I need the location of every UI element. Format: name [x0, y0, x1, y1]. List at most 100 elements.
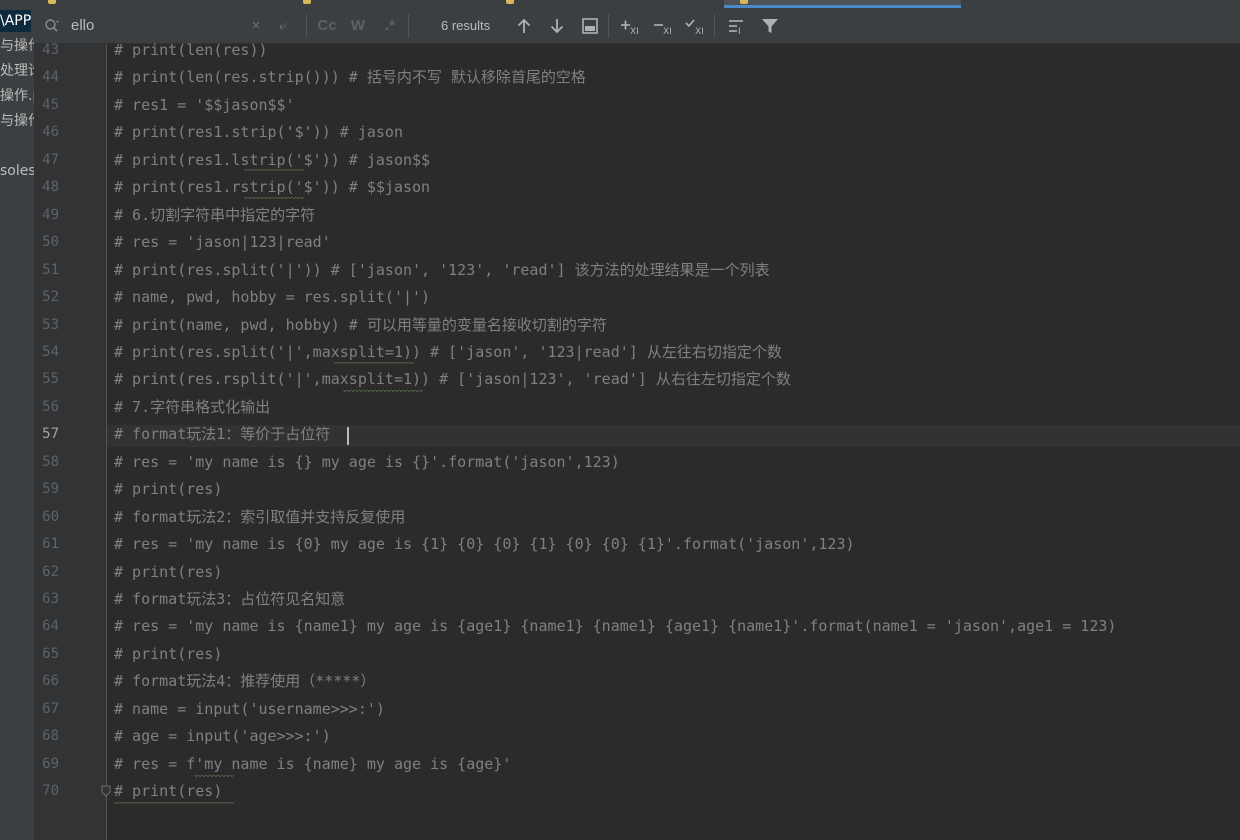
code-line[interactable]: # res = f'my name is {name} my age is {a…: [114, 754, 511, 774]
code-line[interactable]: # 6.切割字符串中指定的字符: [114, 205, 315, 225]
svg-text:I: I: [738, 27, 741, 36]
code-line[interactable]: # print(res1.rstrip('$')) # $$jason: [114, 177, 430, 197]
python-file-icon: [48, 0, 56, 4]
select-occurrences-icon[interactable]: XI: [685, 16, 705, 36]
code-line[interactable]: # print(res1.lstrip('$')) # jason$$: [114, 150, 430, 170]
search-icon[interactable]: [44, 18, 60, 34]
project-sidebar: \APP 与操作 处理论 操作.p 与操作 soles: [0, 8, 35, 840]
line-number: 70: [42, 783, 59, 800]
svg-text:XI: XI: [630, 27, 639, 36]
inspection-underline: [343, 390, 423, 393]
code-line[interactable]: # print(len(res.strip())) # 括号内不写 默认移除首尾…: [114, 67, 586, 87]
code-line[interactable]: # print(res): [114, 781, 222, 801]
line-number: 64: [42, 618, 59, 635]
line-number: 58: [42, 453, 59, 470]
results-count: 6 results: [441, 18, 491, 33]
select-all-icon[interactable]: [580, 16, 600, 36]
code-line[interactable]: # res = 'my name is {} my age is {}'.for…: [114, 452, 620, 472]
svg-text:XI: XI: [695, 27, 704, 36]
line-number: 60: [42, 508, 59, 525]
project-tree-item[interactable]: 与操作: [0, 35, 34, 57]
python-file-icon: [740, 0, 748, 4]
filter-icon[interactable]: [760, 16, 780, 36]
code-line[interactable]: # format玩法4：推荐使用（*****）: [114, 671, 375, 691]
line-number: 59: [42, 481, 59, 498]
code-line[interactable]: # 7.字符串格式化输出: [114, 397, 270, 417]
editor-tab-strip: [0, 0, 1240, 8]
line-number: 50: [42, 234, 59, 251]
separator: [306, 14, 307, 38]
code-line[interactable]: # print(res): [114, 644, 222, 664]
separator: [408, 14, 409, 38]
code-line[interactable]: # print(res.rsplit('|',maxsplit=1)) # ['…: [114, 369, 791, 389]
line-number: 61: [42, 536, 59, 553]
multiline-icon[interactable]: I: [727, 16, 747, 36]
line-number: 56: [42, 398, 59, 415]
line-number: 55: [42, 371, 59, 388]
match-case-button[interactable]: Cc: [315, 16, 339, 36]
line-number: 45: [42, 96, 59, 113]
line-number: 44: [42, 69, 59, 86]
line-number: 49: [42, 206, 59, 223]
inspection-underline: [244, 197, 304, 200]
code-line[interactable]: # res = 'jason|123|read': [114, 232, 331, 252]
svg-text:XI: XI: [663, 27, 672, 36]
code-line[interactable]: # print(res.split('|')) # ['jason', '123…: [114, 260, 770, 280]
project-tree-item[interactable]: soles: [0, 160, 34, 182]
line-number: 63: [42, 591, 59, 607]
code-line[interactable]: # name = input('username>>>:'): [114, 699, 385, 719]
code-line[interactable]: # print(len(res)): [114, 40, 268, 60]
code-line[interactable]: # format玩法3：占位符见名知意: [114, 589, 345, 609]
inspection-underline: [194, 775, 234, 778]
code-line[interactable]: # print(res.split('|',maxsplit=1)) # ['j…: [114, 342, 782, 362]
find-bar: ello × ⤶ Cc W .* 6 results XI XI XI I: [34, 8, 1240, 44]
add-occurrence-icon[interactable]: XI: [620, 16, 640, 36]
python-file-icon: [303, 0, 311, 4]
code-line[interactable]: # format玩法1：等价于占位符: [114, 424, 330, 444]
search-input[interactable]: ello × ⤶: [34, 8, 304, 43]
python-file-icon: [506, 0, 514, 4]
line-number: 67: [42, 700, 59, 717]
line-number: 69: [42, 755, 59, 772]
project-tree-item[interactable]: 与操作: [0, 110, 34, 132]
separator: [608, 14, 609, 38]
line-number: 66: [42, 673, 59, 690]
line-number: 48: [42, 179, 59, 196]
code-line[interactable]: # print(res1.strip('$')) # jason: [114, 122, 403, 142]
line-number: 57: [42, 426, 59, 443]
search-query[interactable]: ello: [71, 8, 94, 43]
project-tree-item[interactable]: \APP: [0, 10, 32, 32]
code-line[interactable]: # format玩法2：索引取值并支持反复使用: [114, 507, 405, 527]
line-number: 53: [42, 316, 59, 333]
fold-icon[interactable]: [101, 785, 111, 797]
newline-icon[interactable]: ⤶: [274, 16, 292, 36]
code-line[interactable]: # print(name, pwd, hobby) # 可以用等量的变量名接收切…: [114, 315, 607, 335]
separator: [714, 14, 715, 38]
code-line[interactable]: # name, pwd, hobby = res.split('|'): [114, 287, 430, 307]
line-number: 52: [42, 289, 59, 306]
line-number: 43: [42, 42, 59, 58]
code-line[interactable]: # res1 = '$$jason$$': [114, 95, 295, 115]
line-number: 62: [42, 563, 59, 580]
remove-occurrence-icon[interactable]: XI: [653, 16, 673, 36]
line-number: 47: [42, 151, 59, 168]
project-tree-item[interactable]: 操作.p: [0, 85, 34, 107]
line-number: 51: [42, 261, 59, 278]
up-arrow-icon[interactable]: [514, 16, 534, 36]
text-caret: [347, 427, 349, 445]
down-arrow-icon[interactable]: [547, 16, 567, 36]
inspection-underline: [114, 802, 234, 805]
inspection-underline: [244, 169, 304, 172]
project-tree-item[interactable]: 处理论: [0, 60, 34, 82]
line-number: 65: [42, 645, 59, 662]
code-line[interactable]: # print(res): [114, 562, 222, 582]
close-icon[interactable]: ×: [248, 16, 264, 36]
code-line[interactable]: # print(res): [114, 479, 222, 499]
words-button[interactable]: W: [347, 16, 369, 36]
active-editor-tab[interactable]: [724, 0, 961, 8]
inspection-underline: [334, 362, 414, 365]
code-line[interactable]: # res = 'my name is {0} my age is {1} {0…: [114, 534, 855, 554]
code-line[interactable]: # age = input('age>>>:'): [114, 726, 331, 746]
regex-button[interactable]: .*: [380, 16, 400, 36]
code-line[interactable]: # res = 'my name is {name1} my age is {a…: [114, 616, 1116, 636]
